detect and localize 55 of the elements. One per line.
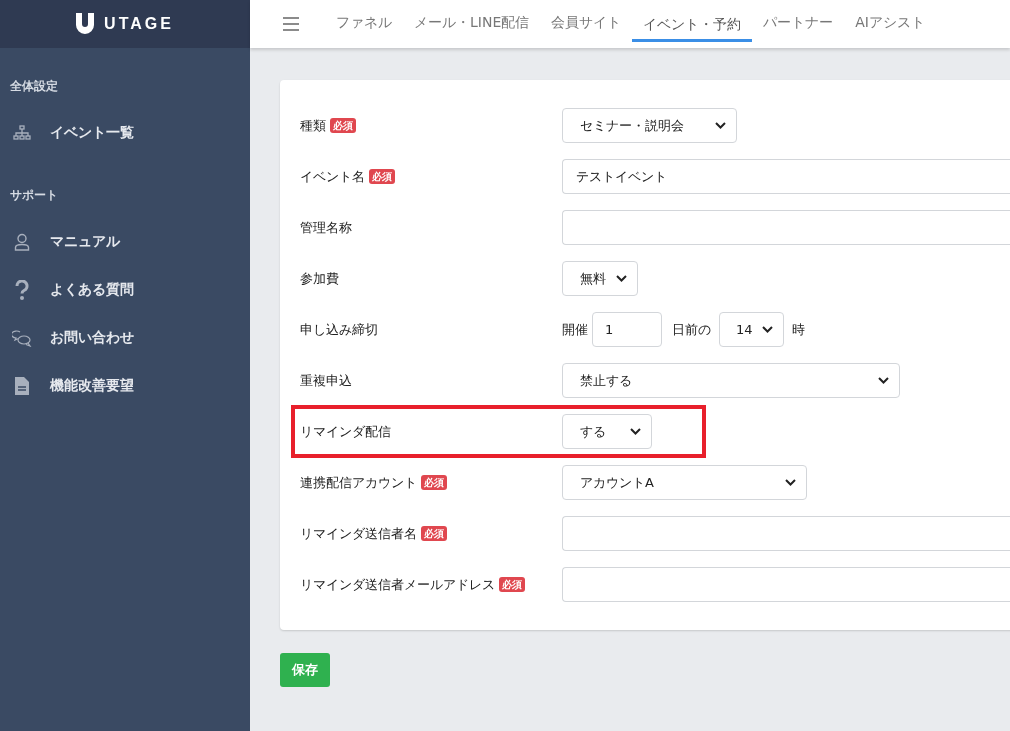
sidebar-section-title: サポート xyxy=(9,187,59,204)
chat-icon xyxy=(12,329,32,347)
sidebar-item[interactable]: 機能改善要望 xyxy=(0,362,250,410)
field-label: リマインダ配信 xyxy=(300,422,391,441)
text-field[interactable]: テストイベント xyxy=(562,159,1010,194)
chevron-down-icon xyxy=(785,479,796,486)
field-label: 申し込み締切 xyxy=(300,320,378,339)
field-label: イベント名 xyxy=(300,167,365,186)
hour-select[interactable]: 14 xyxy=(719,312,784,347)
chevron-down-icon xyxy=(878,377,889,384)
field-label: 連携配信アカウント xyxy=(300,473,417,492)
sidebar-section-title: 全体設定 xyxy=(9,78,59,95)
field-prefix-text: 開催 xyxy=(562,320,588,339)
select-dropdown[interactable]: 禁止する xyxy=(562,363,900,398)
nav-tab[interactable]: AIアシスト xyxy=(844,0,936,48)
required-badge: 必須 xyxy=(499,577,525,592)
required-badge: 必須 xyxy=(330,118,356,133)
sitemap-icon xyxy=(12,125,32,141)
days-field[interactable]: 1 xyxy=(592,312,662,347)
sidebar-item[interactable]: お問い合わせ xyxy=(0,314,250,362)
nav-tab[interactable]: メール・LINE配信 xyxy=(403,0,541,48)
field-label: リマインダ送信者名 xyxy=(300,524,417,543)
chevron-down-icon xyxy=(715,122,726,129)
logo-text: UTAGE xyxy=(104,15,174,33)
text-field[interactable] xyxy=(562,516,1010,551)
nav-tab[interactable]: パートナー xyxy=(752,0,845,48)
select-dropdown[interactable]: アカウントA xyxy=(562,465,807,500)
chevron-down-icon xyxy=(630,428,641,435)
document-icon xyxy=(12,377,32,395)
field-label: 参加費 xyxy=(300,269,339,288)
required-badge: 必須 xyxy=(421,526,447,541)
required-badge: 必須 xyxy=(421,475,447,490)
text-field[interactable] xyxy=(562,210,1010,245)
user-icon xyxy=(12,233,32,251)
nav-tab[interactable]: ファネル xyxy=(325,0,403,48)
field-label: 管理名称 xyxy=(300,218,352,237)
nav-tab[interactable]: 会員サイト xyxy=(540,0,633,48)
select-dropdown[interactable]: する xyxy=(562,414,652,449)
required-badge: 必須 xyxy=(369,169,395,184)
menu-icon[interactable] xyxy=(283,17,299,31)
sidebar-item[interactable]: マニュアル xyxy=(0,218,250,266)
sidebar-item[interactable]: イベント一覧 xyxy=(0,109,250,157)
field-label: リマインダ送信者メールアドレス xyxy=(300,575,495,594)
select-dropdown[interactable]: セミナー・説明会 xyxy=(562,108,737,143)
nav-tab[interactable]: イベント・予約 xyxy=(632,4,753,42)
field-label: 種類 xyxy=(300,116,326,135)
sidebar-item[interactable]: よくある質問 xyxy=(0,266,250,314)
field-middle-text: 日前の xyxy=(672,320,711,339)
text-field[interactable] xyxy=(562,567,1010,602)
chevron-down-icon xyxy=(616,275,627,282)
field-suffix-text: 時 xyxy=(792,320,805,339)
logo-icon xyxy=(76,13,95,35)
field-label: 重複申込 xyxy=(300,371,352,390)
chevron-down-icon xyxy=(762,326,773,333)
select-dropdown[interactable]: 無料 xyxy=(562,261,638,296)
